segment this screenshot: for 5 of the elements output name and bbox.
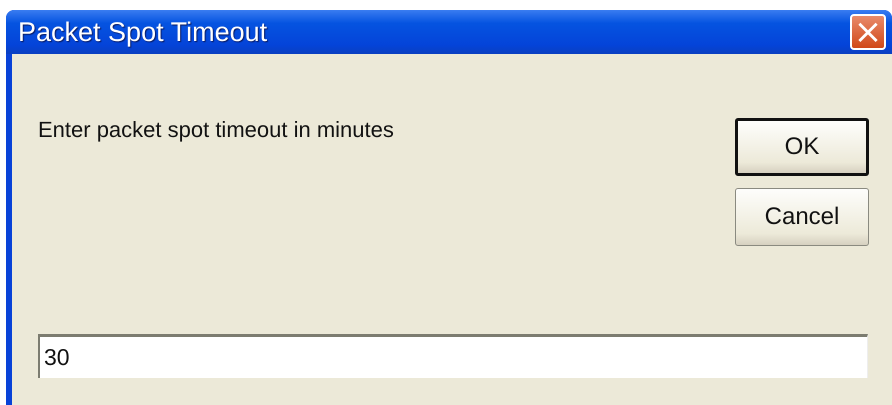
prompt-text: Enter packet spot timeout in minutes (38, 117, 394, 144)
window-title: Packet Spot Timeout (18, 16, 268, 48)
ok-button[interactable]: OK (735, 118, 869, 176)
cancel-button[interactable]: Cancel (735, 188, 869, 246)
input-field[interactable]: 30 (38, 334, 868, 378)
